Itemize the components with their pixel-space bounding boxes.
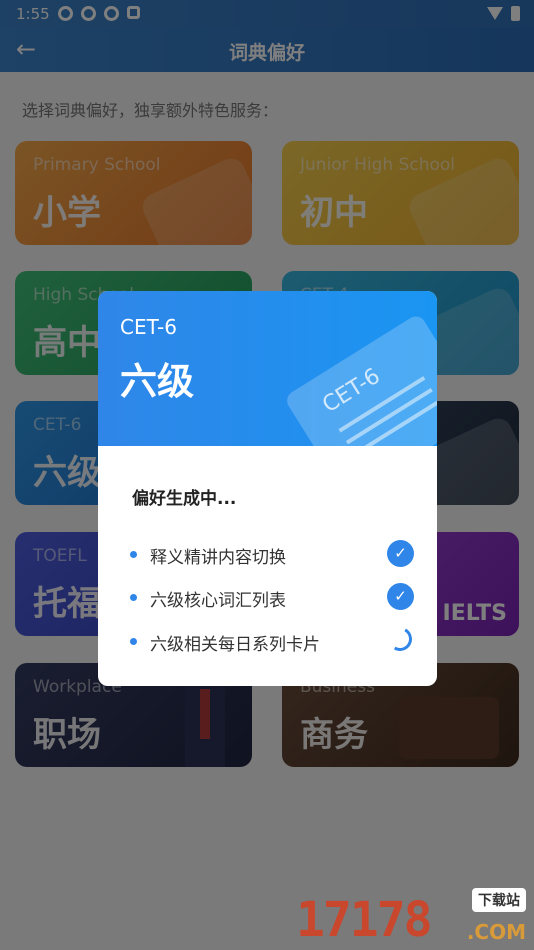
dialog-title: 偏好生成中... — [132, 489, 237, 509]
check-icon: ✓ — [387, 540, 414, 567]
check-icon: ✓ — [387, 583, 414, 610]
progress-item-label: 六级相关每日系列卡片 — [150, 635, 320, 655]
progress-item: 六级核心词汇列表 ✓ — [130, 583, 414, 611]
progress-item: 释义精讲内容切换 ✓ — [130, 540, 414, 568]
dialog-header-en: CET-6 — [120, 315, 177, 339]
watermark-domain: .COM — [466, 920, 526, 944]
bullet-icon — [130, 551, 137, 558]
cet6-card-decoration: CET-6 — [283, 312, 437, 500]
watermark-tag: 下载站 — [472, 888, 526, 912]
loading-spinner-icon — [385, 624, 415, 654]
progress-item-label: 六级核心词汇列表 — [150, 591, 286, 611]
watermark-number: 17178 — [296, 892, 432, 948]
dialog-header: CET-6 CET-6 六级 — [98, 291, 437, 500]
progress-item: 六级相关每日系列卡片 — [130, 624, 415, 655]
progress-dialog: CET-6 CET-6 六级 偏好生成中... 释义精讲内容切换 ✓ 六级核心词… — [98, 291, 437, 686]
progress-item-label: 释义精讲内容切换 — [150, 548, 286, 568]
site-watermark: 17178 下载站 .COM — [296, 888, 526, 948]
bullet-icon — [130, 638, 137, 645]
bullet-icon — [130, 594, 137, 601]
dialog-header-zh: 六级 — [120, 360, 194, 403]
